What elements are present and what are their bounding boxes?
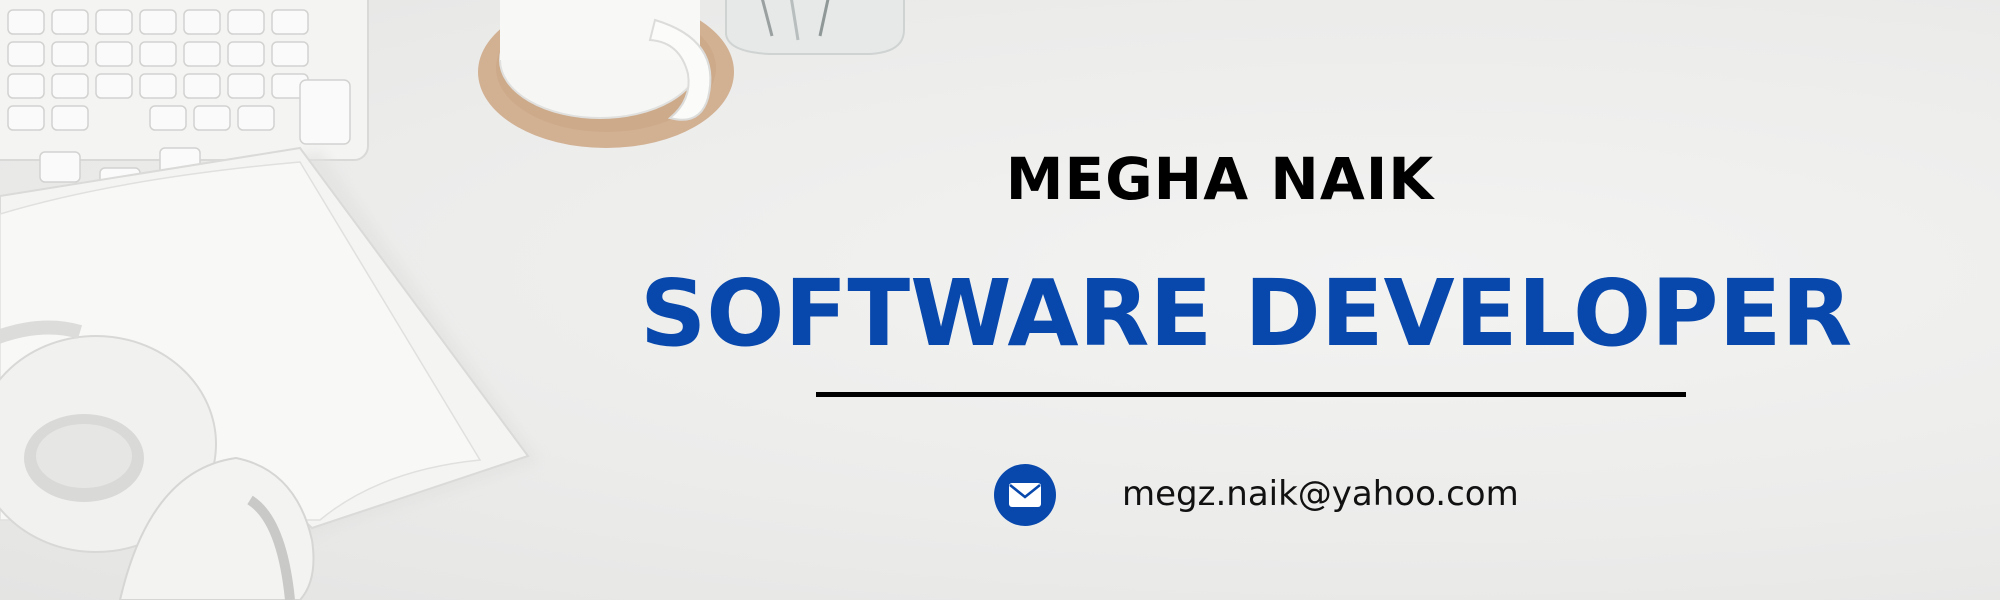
- glass-jar-image: [725, 0, 905, 55]
- title-divider: [816, 392, 1686, 397]
- envelope-icon: [1009, 483, 1041, 507]
- email-badge[interactable]: [994, 464, 1056, 526]
- coffee-mug-image: [478, 0, 734, 148]
- person-name: MEGHA NAIK: [1005, 145, 1435, 213]
- profile-banner: MEGHA NAIK SOFTWARE DEVELOPER megz.naik@…: [0, 0, 2000, 600]
- job-title: SOFTWARE DEVELOPER: [640, 260, 1853, 367]
- email-address[interactable]: megz.naik@yahoo.com: [1122, 474, 1519, 515]
